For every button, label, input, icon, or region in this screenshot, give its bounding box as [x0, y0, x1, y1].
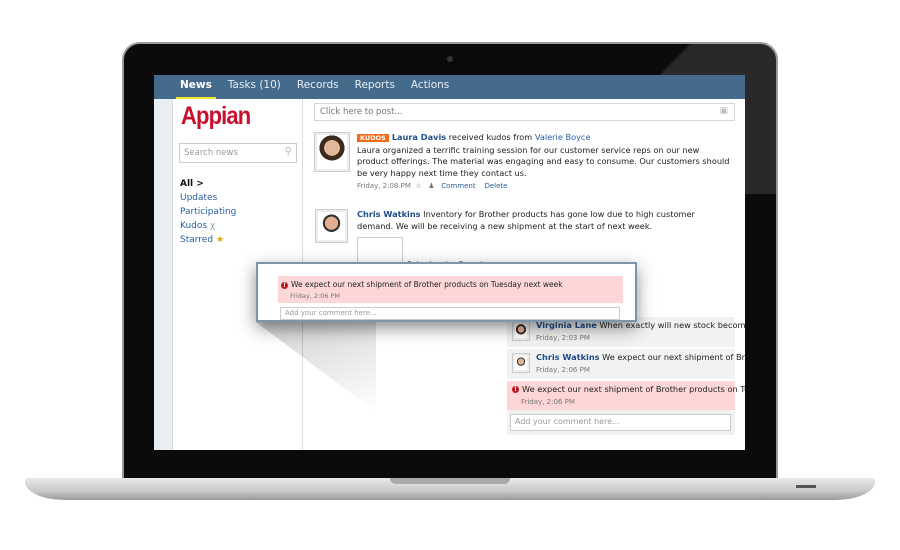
comment-input[interactable]: Add your comment here... [510, 414, 731, 431]
top-nav: News Tasks (10) Records Reports Actions [154, 75, 745, 99]
tab-actions[interactable]: Actions [403, 75, 457, 99]
person-icon: ♟ [428, 182, 435, 190]
search-input[interactable]: Search news ⚲ [179, 143, 297, 163]
error-comment: ! We expect our next shipment of Brother … [278, 276, 623, 303]
sidebar-item-participating[interactable]: Participating [180, 207, 236, 217]
author-link[interactable]: Chris Watkins [536, 352, 600, 362]
error-icon: ! [512, 386, 519, 393]
avatar[interactable] [512, 321, 530, 341]
timestamp: Friday, 2:03 PM [536, 334, 590, 342]
kudos-post: KUDOS Laura Davis received kudos from Val… [357, 132, 732, 179]
comment-box: Add your comment here... [507, 410, 735, 435]
author-link[interactable]: Chris Watkins [357, 209, 421, 219]
laptop-port [796, 485, 816, 488]
target-link[interactable]: Valerie Boyce [535, 132, 591, 142]
appian-logo: Appian [181, 102, 251, 130]
comment-link[interactable]: Comment [441, 182, 475, 190]
star-icon[interactable]: ☆ [415, 182, 421, 190]
avatar[interactable] [512, 353, 530, 373]
kudos-badge: KUDOS [357, 134, 389, 142]
sidebar-item-kudos[interactable]: Kudos χ [180, 221, 215, 231]
delete-link[interactable]: Delete [484, 182, 507, 190]
avatar[interactable] [314, 132, 350, 172]
laptop-notch [390, 478, 510, 484]
avatar[interactable] [315, 209, 348, 243]
comment-text: We expect our next shipment of Brother p… [291, 280, 563, 289]
tab-records[interactable]: Records [289, 75, 347, 99]
starred-label: Starred [180, 235, 214, 245]
author-link[interactable]: Laura Davis [392, 132, 446, 142]
left-strip [154, 99, 173, 450]
timestamp: Friday, 2:08 PM [357, 182, 411, 190]
post-body: Laura organized a terrific training sess… [357, 144, 730, 178]
error-icon: ! [281, 281, 288, 289]
error-comment: ! We expect our next shipment of Brother … [507, 381, 745, 410]
timestamp: Friday, 2:06 PM [521, 398, 575, 406]
post-placeholder: Click here to post... [320, 107, 403, 117]
post-input[interactable]: Click here to post... ▣ [314, 103, 735, 121]
sidebar-item-all[interactable]: All > [180, 179, 204, 189]
comment-input[interactable]: Add your comment here... [280, 307, 620, 320]
tab-reports[interactable]: Reports [347, 75, 403, 99]
comment: Chris Watkins We expect our next shipmen… [507, 349, 745, 379]
kudos-label: Kudos [180, 221, 208, 231]
camera-icon [447, 56, 453, 62]
speech-bubble-icon: ▣ [719, 106, 728, 116]
search-placeholder: Search news [184, 148, 238, 158]
timestamp: Friday, 2:06 PM [290, 292, 341, 300]
timestamp: Friday, 2:06 PM [536, 366, 590, 374]
comment-text: We expect our next shipment of Brother p… [602, 352, 745, 362]
sidebar-item-starred[interactable]: Starred ★ [180, 235, 224, 245]
post-meta: Friday, 2:08 PM ☆ ♟ Comment Delete [357, 182, 507, 190]
search-icon[interactable]: ⚲ [285, 146, 292, 157]
comment-text: We expect our next shipment of Brother p… [522, 384, 745, 394]
post-action: received kudos from [448, 132, 533, 142]
tab-tasks[interactable]: Tasks (10) [220, 75, 289, 99]
trophy-icon: χ [209, 221, 216, 231]
star-icon: ★ [215, 235, 225, 245]
tab-news[interactable]: News [172, 75, 220, 99]
sidebar-item-updates[interactable]: Updates [180, 193, 217, 203]
zoom-callout: ! We expect our next shipment of Brother … [256, 262, 637, 322]
update-post: Chris Watkins Inventory for Brother prod… [357, 209, 732, 232]
